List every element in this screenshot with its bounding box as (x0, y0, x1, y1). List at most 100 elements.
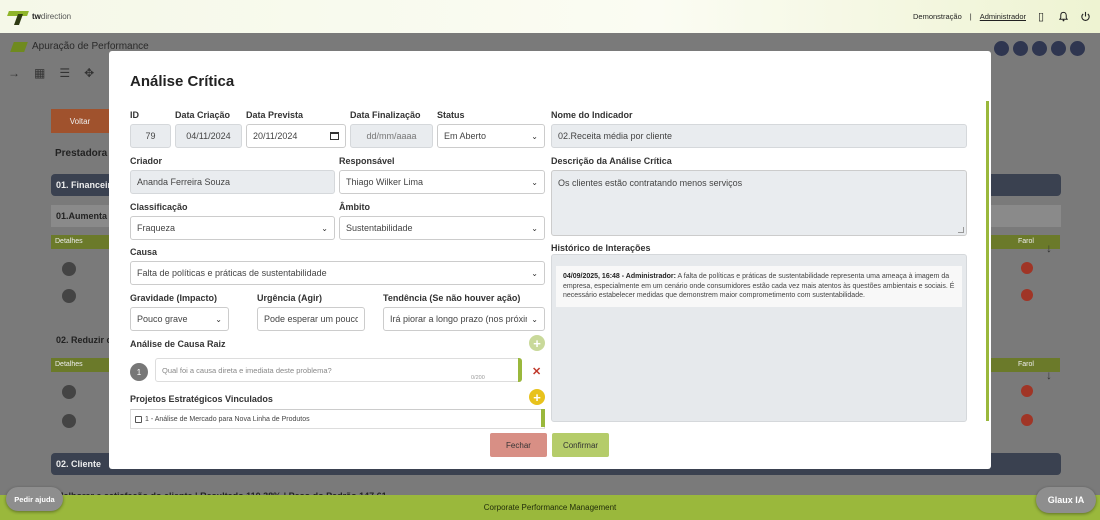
arrow-down-icon: ↓ (1046, 241, 1052, 255)
back-circle-icon[interactable] (1051, 41, 1066, 56)
confirm-button[interactable]: Confirmar (552, 433, 609, 457)
bell-icon[interactable] (1056, 10, 1070, 24)
status-select[interactable]: Em Aberto ⌄ (437, 124, 545, 148)
details-icon[interactable] (62, 385, 76, 399)
cause-select[interactable]: Falta de políticas e práticas de sustent… (130, 261, 545, 285)
project-item[interactable]: 1 - Análise de Mercado para Nova Linha d… (135, 416, 310, 423)
demo-link[interactable]: Demonstração (913, 12, 962, 21)
severity-label: Gravidade (Impacto) (130, 293, 218, 303)
add-project-button[interactable]: + (529, 389, 545, 405)
history-entry-header: 04/09/2025, 16:48 - Administrador: (563, 273, 676, 280)
nav-separator: | (969, 12, 972, 21)
status-light (1021, 262, 1033, 274)
logo-icon (8, 9, 30, 25)
chevron-down-icon: ⌄ (531, 268, 538, 278)
created-date-field: 04/11/2024 (175, 124, 242, 148)
cause-label: Causa (130, 247, 158, 257)
glaux-ai-button[interactable]: Glaux IA (1036, 487, 1096, 513)
trend-label: Tendência (Se não houver ação) (383, 293, 521, 303)
indicator-field: 02.Receita média por cliente (551, 124, 967, 148)
footer-text: Corporate Performance Management (483, 503, 617, 512)
chevron-down-icon: ⌄ (531, 177, 538, 187)
brand-name: tw (32, 12, 41, 21)
indicator-label: Nome do Indicador (551, 110, 633, 120)
due-date-input[interactable]: 20/11/2024 (246, 124, 346, 148)
due-label: Data Prevista (246, 110, 304, 120)
responsible-label: Responsável (339, 156, 395, 166)
projects-list[interactable]: 1 - Análise de Mercado para Nova Linha d… (130, 409, 545, 429)
help-button[interactable]: Pedir ajuda (6, 487, 63, 511)
top-bar: twdirection Demonstração | Administrador… (0, 0, 1100, 33)
details-icon[interactable] (62, 262, 76, 276)
list-icon[interactable] (1013, 41, 1028, 56)
details-icon[interactable] (62, 414, 76, 428)
description-textarea[interactable]: Os clientes estão contratando menos serv… (551, 170, 967, 236)
root-cause-input-accent (518, 358, 522, 382)
gear-icon[interactable] (1032, 41, 1047, 56)
responsible-select[interactable]: Thiago Wilker Lima ⌄ (339, 170, 545, 194)
add-root-cause-button[interactable]: + (529, 335, 545, 351)
id-label: ID (130, 110, 139, 120)
history-entry: 04/09/2025, 16:48 - Administrador: A fal… (556, 266, 962, 307)
modal-title: Análise Crítica (130, 73, 235, 90)
remove-root-cause-icon[interactable]: ✕ (532, 365, 541, 378)
minus-circle-icon[interactable] (1070, 41, 1085, 56)
character-counter: 0/200 (471, 375, 485, 381)
status-light (1021, 289, 1033, 301)
page-logo-icon (10, 41, 28, 52)
details-icon[interactable] (62, 289, 76, 303)
creator-field: Ananda Ferreira Souza (130, 170, 335, 194)
move-icon[interactable]: ✥ (84, 66, 94, 80)
chevron-down-icon: ⌄ (321, 223, 328, 233)
admin-link[interactable]: Administrador (980, 12, 1026, 21)
arrow-right-icon[interactable]: → (8, 66, 20, 80)
projects-label: Projetos Estratégicos Vinculados (130, 394, 273, 404)
history-panel[interactable]: 04/09/2025, 16:48 - Administrador: A fal… (551, 254, 967, 422)
resize-grip-icon[interactable] (958, 227, 964, 233)
brand-suffix: direction (40, 12, 72, 21)
root-cause-input[interactable]: Qual foi a causa direta e imediata deste… (155, 358, 522, 382)
classification-label: Classificação (130, 202, 188, 212)
page-actions (994, 41, 1085, 56)
provider-label: Prestadora (55, 148, 108, 159)
root-cause-step-number: 1 (130, 363, 148, 381)
id-field: 79 (130, 124, 171, 148)
status-light (1021, 385, 1033, 397)
chevron-down-icon: ⌄ (531, 223, 538, 233)
project-checkbox[interactable] (135, 416, 142, 423)
mobile-icon[interactable]: ▯ (1034, 10, 1048, 24)
details-header: Detalhes (51, 235, 111, 249)
people-icon[interactable]: ☰ (59, 66, 70, 80)
status-label: Status (437, 110, 465, 120)
scrollbar[interactable] (986, 101, 989, 421)
creator-label: Criador (130, 156, 163, 166)
classification-select[interactable]: Fraqueza ⌄ (130, 216, 335, 240)
help-circle-icon[interactable] (994, 41, 1009, 56)
details-header: Detalhes (51, 358, 111, 372)
top-nav: Demonstração | Administrador ▯ (913, 10, 1092, 24)
critical-analysis-modal: Análise Crítica ID 79 Data Criação 04/11… (109, 51, 991, 469)
urgency-select[interactable]: Pode esperar um pouco (257, 307, 365, 331)
arrow-down-icon: ↓ (1046, 368, 1052, 382)
scope-label: Âmbito (339, 202, 370, 212)
history-label: Histórico de Interações (551, 243, 651, 253)
back-button[interactable]: Voltar (51, 109, 109, 133)
power-icon[interactable] (1078, 10, 1092, 24)
close-button[interactable]: Fechar (490, 433, 547, 457)
projects-list-accent (541, 409, 545, 427)
severity-select[interactable]: Pouco grave ⌄ (130, 307, 229, 331)
calendar-icon[interactable] (330, 132, 339, 140)
trend-select[interactable]: Irá piorar a longo prazo (nos próximos m… (383, 307, 545, 331)
description-label: Descrição da Análise Crítica (551, 156, 672, 166)
calculator-icon[interactable]: ▦ (34, 66, 45, 80)
urgency-label: Urgência (Agir) (257, 293, 323, 303)
root-cause-label: Análise de Causa Raiz (130, 339, 226, 349)
footer: Corporate Performance Management (0, 495, 1100, 520)
chevron-down-icon: ⌄ (531, 314, 538, 324)
chevron-down-icon: ⌄ (215, 314, 222, 324)
scope-select[interactable]: Sustentabilidade ⌄ (339, 216, 545, 240)
brand-logo[interactable]: twdirection (8, 9, 71, 25)
finished-label: Data Finalização (350, 110, 421, 120)
toolbar: → ▦ ☰ ✥ (8, 66, 94, 80)
finished-date-field: dd/mm/aaaa (350, 124, 433, 148)
